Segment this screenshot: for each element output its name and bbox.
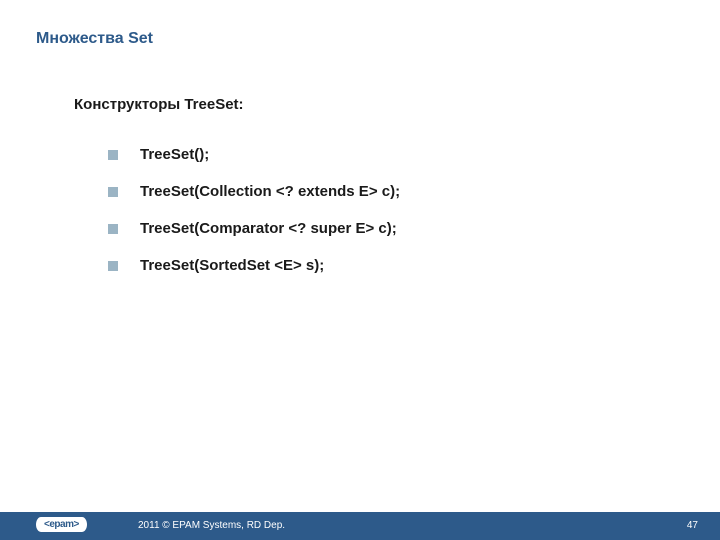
slide-title: Множества Set xyxy=(36,30,153,48)
epam-logo: <epam> xyxy=(36,517,87,532)
subtitle: Конструкторы TreeSet: xyxy=(74,96,244,113)
constructor-list: TreeSet(); TreeSet(Collection <? extends… xyxy=(108,146,400,294)
slide: Множества Set Конструкторы TreeSet: Tree… xyxy=(0,0,720,540)
bullet-icon xyxy=(108,261,118,271)
list-item-text: TreeSet(Collection <? extends E> c); xyxy=(140,183,400,200)
list-item-text: TreeSet(Comparator <? super E> c); xyxy=(140,220,397,237)
page-number: 47 xyxy=(687,520,698,531)
bullet-icon xyxy=(108,150,118,160)
footer-logo: <epam> xyxy=(36,514,87,532)
list-item: TreeSet(); xyxy=(108,146,400,163)
bullet-icon xyxy=(108,187,118,197)
list-item-text: TreeSet(); xyxy=(140,146,209,163)
list-item: TreeSet(Comparator <? super E> c); xyxy=(108,220,400,237)
bullet-icon xyxy=(108,224,118,234)
footer-copyright: 2011 © EPAM Systems, RD Dep. xyxy=(138,520,285,531)
list-item-text: TreeSet(SortedSet <E> s); xyxy=(140,257,324,274)
list-item: TreeSet(SortedSet <E> s); xyxy=(108,257,400,274)
list-item: TreeSet(Collection <? extends E> c); xyxy=(108,183,400,200)
footer-bar: <epam> 2011 © EPAM Systems, RD Dep. 47 xyxy=(0,512,720,540)
